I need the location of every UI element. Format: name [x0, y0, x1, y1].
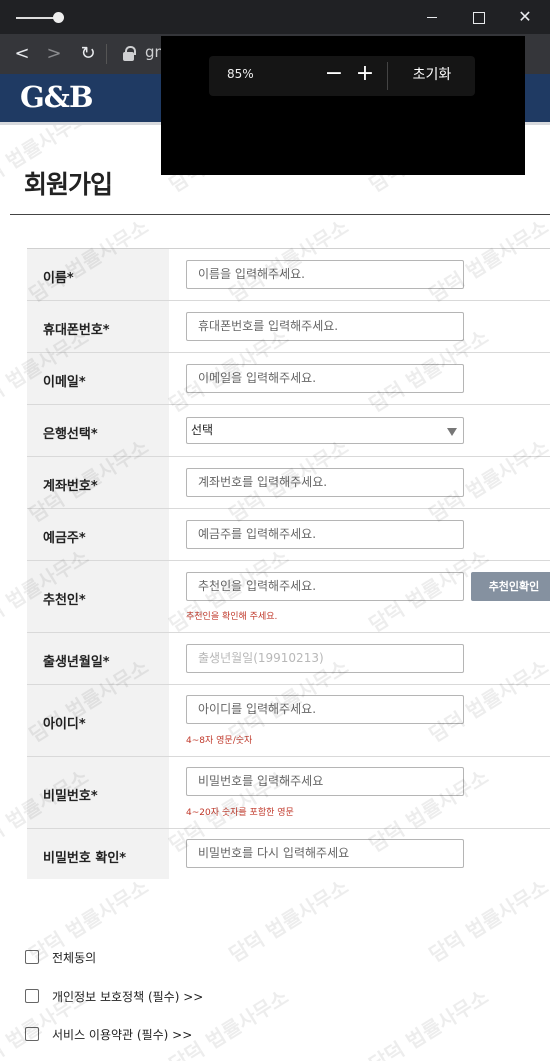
zoom-controls: 85% − + 초기화: [209, 56, 475, 96]
form-row-userid: 아이디* 아이디를 입력해주세요. 4~8자 영문/숫자: [27, 685, 550, 757]
referrer-hint: 추천인을 확인해 주세요.: [186, 612, 278, 622]
watermark-text: 담덕 법률사무소: [424, 874, 550, 967]
password-input[interactable]: 비밀번호를 입력해주세요: [186, 767, 464, 796]
referrer-input[interactable]: 추천인을 입력해주세요.: [186, 572, 464, 601]
form-row-phone: 휴대폰번호* 휴대폰번호를 입력해주세요.: [27, 301, 550, 353]
form-row-birth: 출생년월일* 출생년월일(19910213): [27, 633, 550, 685]
birth-input[interactable]: 출생년월일(19910213): [186, 644, 464, 673]
slider-knob[interactable]: [53, 12, 64, 23]
birth-label: 출생년월일*: [43, 655, 110, 670]
referrer-check-button[interactable]: 추천인확인: [471, 572, 550, 601]
zoom-level: 85%: [227, 67, 254, 81]
form-row-account: 계좌번호* 계좌번호를 입력해주세요.: [27, 457, 550, 509]
phone-input[interactable]: 휴대폰번호를 입력해주세요.: [186, 312, 464, 341]
reload-icon[interactable]: ↻: [76, 42, 100, 66]
watermark-text: 담덕 법률사무소: [364, 984, 493, 1061]
close-icon[interactable]: ✕: [515, 7, 535, 27]
maximize-icon[interactable]: [468, 7, 488, 27]
account-label: 계좌번호*: [43, 479, 98, 494]
referrer-label: 추천인*: [43, 593, 86, 608]
watermark-text: 담덕 법률사무소: [224, 874, 353, 967]
holder-label: 예금주*: [43, 531, 86, 546]
bank-label: 은행선택*: [43, 427, 98, 442]
zoom-reset-button[interactable]: 초기화: [397, 60, 467, 90]
form-row-password-confirm: 비밀번호 확인* 비밀번호를 다시 입력해주세요: [27, 829, 550, 879]
form-row-bank: 은행선택* 선택: [27, 405, 550, 457]
userid-label: 아이디*: [43, 717, 86, 732]
email-label: 이메일*: [43, 375, 86, 390]
dropdown-arrow-icon: [447, 428, 457, 436]
email-input[interactable]: 이메일을 입력해주세요.: [186, 364, 464, 393]
window-titlebar: ✕: [0, 0, 550, 34]
password-hint: 4~20자 숫자를 포함한 영문: [186, 808, 294, 818]
holder-input[interactable]: 예금주를 입력해주세요.: [186, 520, 464, 549]
lock-icon[interactable]: [120, 44, 140, 64]
userid-input[interactable]: 아이디를 입력해주세요.: [186, 695, 464, 724]
page-title: 회원가입: [24, 170, 113, 199]
site-logo[interactable]: G&B: [20, 80, 93, 114]
agree-all-label[interactable]: 전체동의: [52, 949, 96, 966]
zoom-out-button[interactable]: −: [323, 61, 345, 87]
agree-privacy-label[interactable]: 개인정보 보호정책 (필수) >>: [52, 988, 203, 1005]
phone-label: 휴대폰번호*: [43, 323, 110, 338]
zoom-in-button[interactable]: +: [354, 61, 376, 87]
back-arrow-icon[interactable]: <: [10, 42, 34, 66]
form-row-email: 이메일* 이메일을 입력해주세요.: [27, 353, 550, 405]
toolbar-divider: [106, 44, 107, 64]
forward-arrow-icon[interactable]: >: [42, 42, 66, 66]
name-label: 이름*: [43, 271, 74, 286]
agree-privacy-checkbox[interactable]: [25, 989, 39, 1003]
form-row-holder: 예금주* 예금주를 입력해주세요.: [27, 509, 550, 561]
signup-form: 이름* 이름을 입력해주세요. 휴대폰번호* 휴대폰번호를 입력해주세요. 이메…: [27, 248, 550, 879]
title-divider: [10, 214, 550, 215]
form-row-password: 비밀번호* 비밀번호를 입력해주세요 4~20자 숫자를 포함한 영문: [27, 757, 550, 829]
password-confirm-input[interactable]: 비밀번호를 다시 입력해주세요: [186, 839, 464, 868]
bank-select-value: 선택: [191, 423, 214, 437]
agree-terms-label[interactable]: 서비스 이용약관 (필수) >>: [52, 1026, 192, 1043]
password-label: 비밀번호*: [43, 789, 98, 804]
minimize-icon[interactable]: [422, 7, 442, 27]
userid-hint: 4~8자 영문/숫자: [186, 736, 253, 746]
agree-all-checkbox[interactable]: [25, 950, 39, 964]
zoom-popup: 85% − + 초기화: [161, 36, 525, 175]
agree-terms-checkbox[interactable]: [25, 1027, 39, 1041]
bank-select[interactable]: 선택: [186, 417, 464, 444]
password-confirm-label: 비밀번호 확인*: [43, 851, 127, 866]
account-input[interactable]: 계좌번호를 입력해주세요.: [186, 468, 464, 497]
form-row-referrer: 추천인* 추천인을 입력해주세요. 추천인확인 추천인을 확인해 주세요.: [27, 561, 550, 633]
form-row-name: 이름* 이름을 입력해주세요.: [27, 249, 550, 301]
name-input[interactable]: 이름을 입력해주세요.: [186, 260, 464, 289]
zoom-divider: [387, 62, 388, 90]
